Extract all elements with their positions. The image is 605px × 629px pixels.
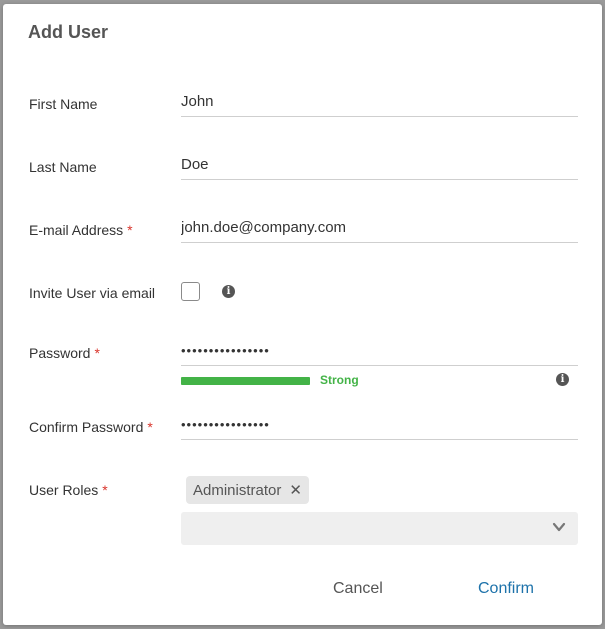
add-user-dialog: Add User First Name Last Name E-mail Add…: [3, 4, 602, 625]
user-roles-label: User Roles *: [29, 482, 108, 498]
role-chip-label: Administrator: [193, 481, 282, 499]
required-marker: *: [147, 419, 153, 435]
email-label: E-mail Address *: [29, 222, 133, 238]
password-info-icon[interactable]: i: [556, 373, 569, 386]
invite-checkbox[interactable]: [181, 282, 200, 301]
roles-select[interactable]: [181, 512, 578, 545]
required-marker: *: [127, 222, 133, 238]
chevron-down-icon: [552, 522, 566, 532]
last-name-input[interactable]: [181, 150, 578, 180]
info-icon[interactable]: i: [222, 285, 235, 298]
required-marker: *: [94, 345, 100, 361]
required-marker: *: [102, 482, 108, 498]
cancel-button[interactable]: Cancel: [333, 580, 383, 598]
role-chip-administrator: Administrator ✕: [186, 476, 309, 504]
last-name-label: Last Name: [29, 159, 97, 175]
email-input[interactable]: [181, 213, 578, 243]
password-strength-fill: [181, 377, 310, 385]
confirm-password-input[interactable]: [181, 410, 578, 440]
confirm-password-label: Confirm Password *: [29, 419, 153, 435]
password-strength-label: Strong: [320, 373, 359, 387]
invite-label: Invite User via email: [29, 285, 156, 301]
password-strength-bar: [181, 377, 310, 385]
confirm-button[interactable]: Confirm: [478, 580, 534, 598]
password-label: Password *: [29, 345, 100, 361]
password-input[interactable]: [181, 336, 578, 366]
dialog-title: Add User: [28, 22, 109, 42]
first-name-input[interactable]: [181, 87, 578, 117]
remove-role-icon[interactable]: ✕: [289, 481, 302, 499]
first-name-label: First Name: [29, 96, 98, 112]
